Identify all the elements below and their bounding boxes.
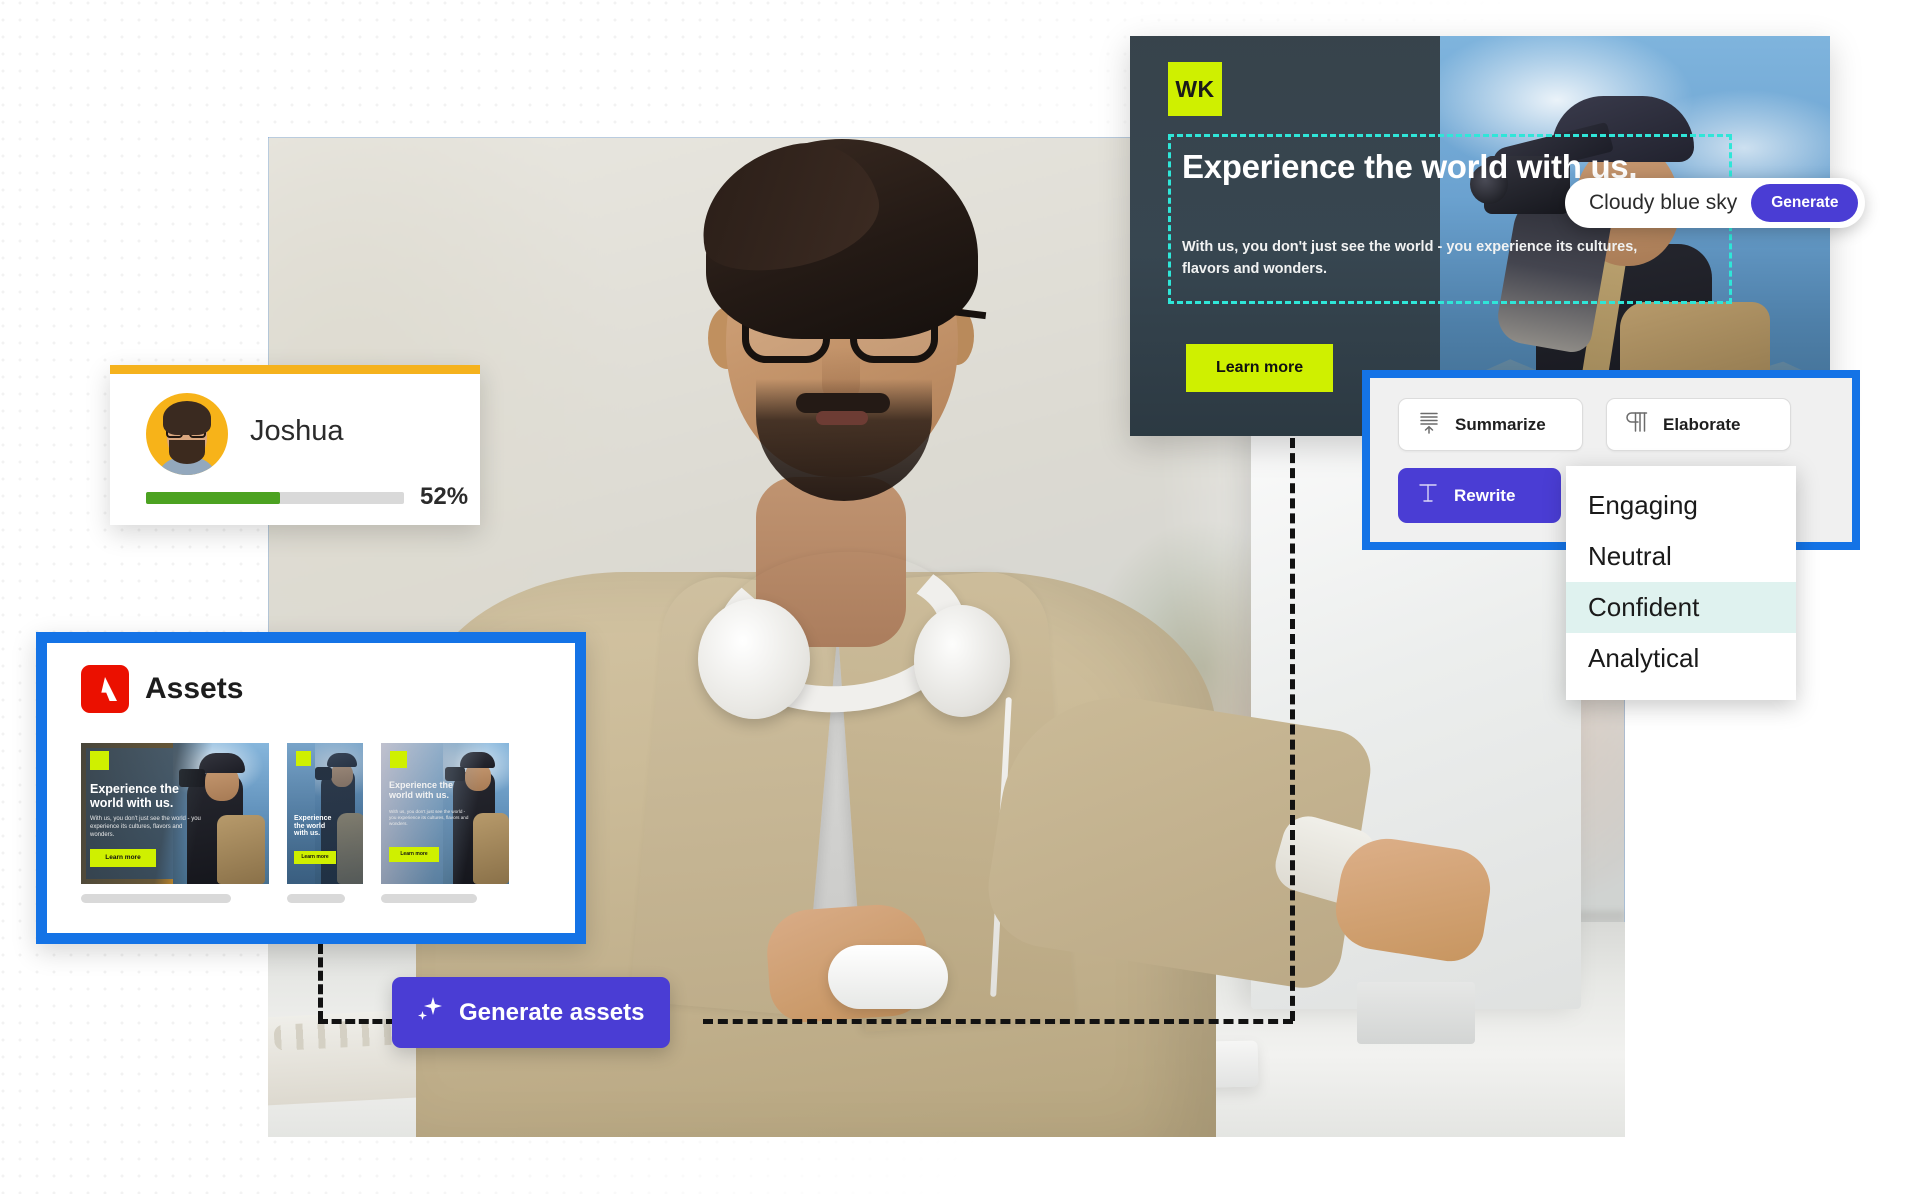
summarize-icon (1416, 409, 1442, 440)
tone-dropdown-menu[interactable]: Engaging Neutral Confident Analytical (1566, 466, 1796, 700)
generate-prompt-bar[interactable]: Cloudy blue sky Generate (1565, 178, 1866, 228)
thumb-cta: Learn more (389, 847, 439, 862)
elaborate-label: Elaborate (1663, 414, 1741, 434)
mouth (816, 411, 868, 425)
wk-brand-logo: WK (1168, 62, 1222, 116)
rewrite-label: Rewrite (1454, 485, 1516, 505)
avatar-hair (163, 401, 211, 435)
connector-line-vertical-banner (1290, 438, 1295, 1021)
generate-assets-label: Generate assets (459, 998, 645, 1026)
asset-caption-bar (287, 894, 345, 903)
card-accent-bar (110, 365, 480, 374)
assets-panel[interactable]: Assets Experience the world with us. Wit… (36, 632, 586, 944)
assets-header: Assets (81, 665, 243, 713)
rewrite-button[interactable]: Rewrite (1398, 468, 1561, 523)
asset-caption-bar (381, 894, 477, 903)
asset-item[interactable]: Experience the world with us. With us, y… (381, 743, 509, 903)
avatar (146, 393, 228, 475)
thumb-body: With us, you don't just see the world - … (90, 816, 201, 839)
thumb-cta: Learn more (294, 851, 336, 864)
monitor-stand (1357, 982, 1475, 1044)
asset-thumbnail-1[interactable]: Experience the world with us. With us, y… (81, 743, 269, 884)
moustache (796, 393, 890, 413)
progress-percent-label: 52% (420, 483, 469, 510)
thumb-brand-logo (296, 751, 311, 766)
adobe-logo (81, 665, 129, 713)
asset-thumbnail-2[interactable]: Experience the world with us. Learn more (287, 743, 363, 884)
sparkle-icon (414, 994, 444, 1031)
summarize-label: Summarize (1455, 414, 1546, 434)
thumb-headline: Experience the world with us. (90, 782, 179, 810)
thumb-brand-logo (90, 751, 109, 770)
elaborate-button[interactable]: Elaborate (1606, 398, 1791, 451)
computer-mouse (828, 945, 948, 1009)
thumb-cta: Learn more (90, 849, 156, 867)
asset-item[interactable]: Experience the world with us. With us, y… (81, 743, 269, 903)
assets-thumbnail-row: Experience the world with us. With us, y… (81, 743, 509, 903)
prompt-input[interactable]: Cloudy blue sky (1589, 191, 1737, 215)
learn-more-button[interactable]: Learn more (1186, 344, 1334, 392)
banner-subtext: With us, you don't just see the world - … (1182, 239, 1638, 278)
assets-title: Assets (145, 672, 244, 705)
composite-canvas: WK Experience the world with us. With us… (0, 0, 1910, 1194)
tone-option-neutral[interactable]: Neutral (1566, 531, 1796, 582)
user-name: Joshua (250, 415, 344, 447)
banner-headline: Experience the world with us. (1182, 148, 1638, 185)
asset-item[interactable]: Experience the world with us. Learn more (287, 743, 363, 903)
thumb-body: With us, you don't just see the world - … (389, 809, 469, 827)
thumb-headline: Experience the world with us. (294, 815, 332, 838)
avatar-beard (169, 440, 205, 464)
headphone-cup-left (698, 599, 810, 719)
progress-track (146, 492, 404, 504)
connector-line-horizontal-right (703, 1019, 1293, 1024)
generate-assets-button[interactable]: Generate assets (392, 977, 671, 1048)
progress-fill (146, 492, 281, 504)
text-tool-icon (1415, 480, 1441, 511)
thumb-brand-logo (390, 751, 407, 768)
summarize-button[interactable]: Summarize (1398, 398, 1583, 451)
asset-caption-bar (81, 894, 231, 903)
thumb-headline: Experience the world with us. (389, 780, 454, 800)
headphone-cup-right (914, 605, 1010, 717)
asset-thumbnail-3[interactable]: Experience the world with us. With us, y… (381, 743, 509, 884)
tone-option-engaging[interactable]: Engaging (1566, 480, 1796, 531)
generate-button[interactable]: Generate (1751, 184, 1859, 222)
connector-line-vertical-assets (318, 944, 323, 1021)
pilcrow-icon (1624, 409, 1650, 440)
connector-line-to-generate-button (318, 1019, 396, 1024)
tone-option-analytical[interactable]: Analytical (1566, 633, 1796, 684)
tone-option-confident[interactable]: Confident (1566, 582, 1796, 633)
user-progress-card[interactable]: Joshua 52% (110, 365, 480, 525)
